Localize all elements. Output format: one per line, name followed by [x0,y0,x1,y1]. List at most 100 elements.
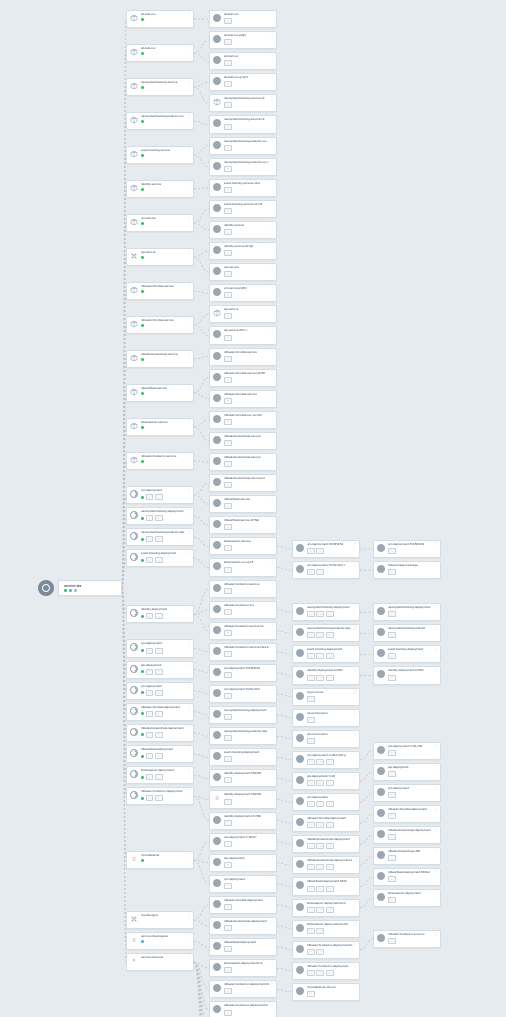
menu-icon[interactable]: ⋮ [270,477,274,479]
menu-icon[interactable]: ⋮ [270,646,274,648]
resource-card[interactable]: identity-deployment-67c58b···⋮ [209,812,277,830]
menu-icon[interactable]: ⋮ [353,606,357,608]
resource-card[interactable]: rdbsearchcollector-svc···⋮ [209,601,277,619]
resource-card[interactable]: identity-deployment-85d589···⋮ [209,790,277,808]
resource-card[interactable]: service-sta-tools⋮ [126,953,194,971]
menu-icon[interactable]: ⋮ [187,149,191,151]
resource-card[interactable]: api-deployment-7cdb·········⋮ [292,772,360,790]
resource-card[interactable]: api-deployment···⋮ [209,854,277,872]
resource-card[interactable]: identity-deployment-6c58b·········⋮ [292,666,360,684]
menu-icon[interactable]: ⋮ [353,733,357,735]
resource-card[interactable]: api-service⋮ [126,248,194,266]
resource-card[interactable]: rdbeartbeat-deployment···⋮ [209,938,277,956]
menu-icon[interactable]: ⋮ [270,393,274,395]
resource-card[interactable]: failed-image-message···⋮ [373,561,441,579]
menu-icon[interactable]: ⋮ [270,161,274,163]
menu-icon[interactable]: ⋮ [353,669,357,671]
menu-icon[interactable]: ⋮ [270,76,274,78]
menu-icon[interactable]: ⋮ [270,266,274,268]
resource-card[interactable]: event-tracking-deployment···⋮ [209,748,277,766]
menu-icon[interactable]: ⋮ [270,561,274,563]
resource-card[interactable]: nt-metaserver-sta-svc···⋮ [292,983,360,1001]
menu-icon[interactable]: ⋮ [270,878,274,880]
menu-icon[interactable]: ⋮ [353,564,357,566]
menu-icon[interactable]: ⋮ [270,372,274,374]
menu-icon[interactable]: ⋮ [434,892,438,894]
resource-card[interactable]: rdbeartbeat-service⋮ [126,384,194,402]
resource-card[interactable]: ab-test-svc···⋮ [209,10,277,28]
menu-icon[interactable]: ⋮ [187,727,191,729]
menu-icon[interactable]: ⋮ [187,81,191,83]
resource-card[interactable]: kibanaserch-deployment-6cd···⋮ [209,959,277,977]
resource-card[interactable]: rdbsearchmobile-deployment···⋮ [373,805,441,823]
menu-icon[interactable]: ⋮ [270,498,274,500]
resource-card[interactable]: qm-service···⋮ [209,263,277,281]
resource-card[interactable]: identity-service-8x7gh···⋮ [209,242,277,260]
menu-icon[interactable]: ⋮ [187,608,191,610]
menu-icon[interactable]: ⋮ [434,850,438,852]
resource-card[interactable]: rdbsearchmobile-service···⋮ [209,390,277,408]
resource-card[interactable]: ab-test-svc⋮ [126,10,194,28]
resource-card[interactable]: event-tracking-service⋮ [126,146,194,164]
menu-icon[interactable]: ⋮ [270,625,274,627]
resource-card[interactable]: identity-deployment-6c58b···⋮ [373,666,441,684]
resource-card[interactable]: qm-deployment···⋮ [373,784,441,802]
menu-icon[interactable]: ⋮ [353,944,357,946]
resource-card[interactable]: rdbsearchcollector-deployment-8c······⋮ [292,941,360,959]
resource-card[interactable]: rdbsearchmobile-deployment···⋮ [209,896,277,914]
resource-card[interactable]: ab-test-svc⋮ [126,44,194,62]
resource-card[interactable]: rdbsearchcollector-deployment-8c···⋮ [209,980,277,998]
resource-card[interactable]: newsystemtrackingcollector-dep···⋮ [209,727,277,745]
menu-icon[interactable]: ⋮ [187,47,191,49]
menu-icon[interactable]: ⋮ [187,685,191,687]
menu-icon[interactable]: ⋮ [353,543,357,545]
menu-icon[interactable]: ⋮ [353,965,357,967]
resource-card[interactable]: newsystemtracking-deployment······⋮ [126,507,194,525]
resource-card[interactable]: event-tracking-service-intra···⋮ [209,179,277,197]
resource-card[interactable]: newsystemtrackingcollector-dep······⋮ [126,528,194,546]
menu-icon[interactable]: ⋮ [270,34,274,36]
menu-icon[interactable]: ⋮ [270,308,274,310]
menu-icon[interactable]: ⋮ [270,118,274,120]
resource-card[interactable]: ab-test-svc-g7emf···⋮ [209,73,277,91]
resource-card[interactable]: kibanaserch-deployment······⋮ [126,766,194,784]
menu-icon[interactable]: ⋮ [270,540,274,542]
resource-card[interactable]: qm-deployment-7bb5f9b54···⋮ [373,540,441,558]
menu-icon[interactable]: ⋮ [353,796,357,798]
menu-icon[interactable]: ⋮ [270,730,274,732]
menu-icon[interactable]: ⋮ [187,769,191,771]
menu-icon[interactable]: ⋮ [353,838,357,840]
menu-icon[interactable]: ⋮ [187,642,191,644]
menu-icon[interactable]: ⋮ [434,933,438,935]
menu-icon[interactable]: ⋮ [270,836,274,838]
menu-icon[interactable]: ⋮ [187,935,191,937]
menu-icon[interactable]: ⋮ [270,941,274,943]
resource-card[interactable]: rdbelasticsearchapi-service⋮ [126,350,194,368]
menu-icon[interactable]: ⋮ [270,667,274,669]
resource-card[interactable]: rdbeartbeat-deployment-55db-b···⋮ [373,868,441,886]
menu-icon[interactable]: ⋮ [353,923,357,925]
resource-card[interactable]: newsystemtrackingcollector-dep·········⋮ [292,624,360,642]
resource-card[interactable]: qm-deployment-7b56c4fc6···⋮ [209,685,277,703]
menu-icon[interactable]: ⋮ [270,203,274,205]
resource-card[interactable]: api-deployment···⋮ [373,763,441,781]
resource-card[interactable]: rdbsearchcollector-service···⋮ [209,580,277,598]
menu-icon[interactable]: ⋮ [270,435,274,437]
menu-icon[interactable]: ⋮ [353,859,357,861]
menu-icon[interactable]: ⋮ [434,829,438,831]
menu-icon[interactable]: ⋮ [270,245,274,247]
menu-icon[interactable]: ⋮ [353,880,357,882]
resource-card[interactable]: identity-service⋮ [126,180,194,198]
menu-icon[interactable]: ⋮ [187,790,191,792]
menu-icon[interactable]: ⋮ [270,224,274,226]
resource-card[interactable]: rdbsearchmobile-service-l0c8ff···⋮ [209,369,277,387]
menu-icon[interactable]: ⋮ [353,627,357,629]
menu-icon[interactable]: ⋮ [434,808,438,810]
menu-icon[interactable]: ⋮ [187,183,191,185]
resource-card[interactable]: api-deployment······⋮ [126,661,194,679]
menu-icon[interactable]: ⋮ [270,456,274,458]
resource-card[interactable]: rdbsearchcollector-deployment-6···⋮ [209,1001,277,1017]
menu-icon[interactable]: ⋮ [187,455,191,457]
resource-card[interactable]: kibanaserch-deployment···⋮ [373,889,441,907]
menu-icon[interactable]: ⋮ [270,414,274,416]
